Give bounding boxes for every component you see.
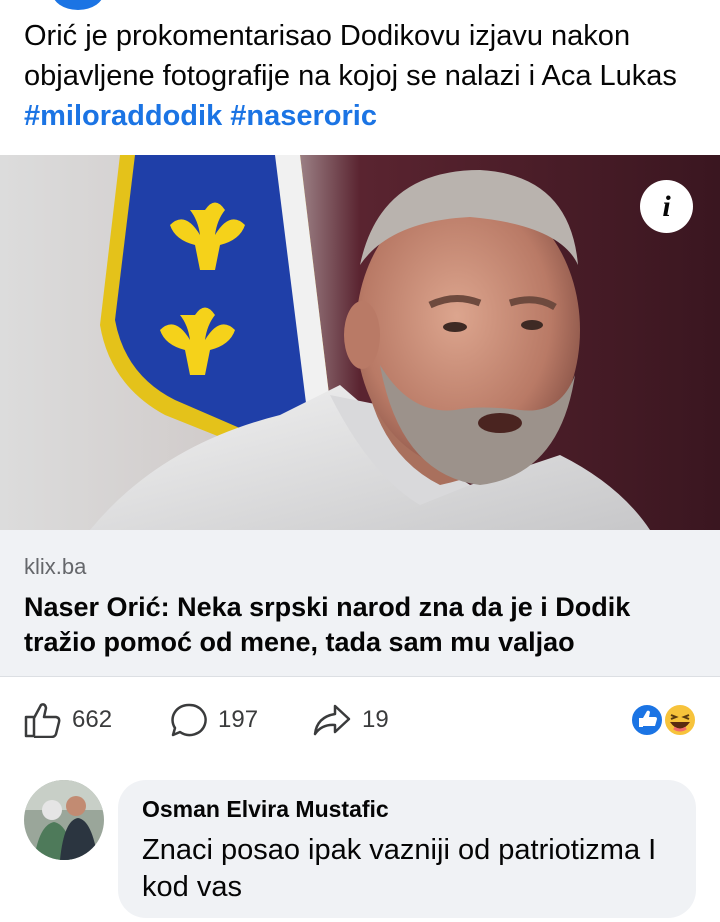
link-headline[interactable]: Naser Orić: Neka srpski narod zna da je … bbox=[24, 590, 684, 660]
profile-avatar-edge[interactable] bbox=[52, 0, 104, 10]
link-preview-card[interactable]: klix.ba Naser Orić: Neka srpski narod zn… bbox=[0, 530, 720, 677]
info-icon[interactable]: i bbox=[640, 180, 693, 233]
haha-reaction-icon bbox=[663, 703, 697, 737]
share-count: 19 bbox=[362, 706, 389, 733]
share-button[interactable]: 19 bbox=[312, 690, 389, 750]
caption-text: Orić je prokomentarisao Dodikovu izjavu … bbox=[24, 20, 677, 92]
thumbs-up-icon bbox=[24, 703, 61, 738]
like-button[interactable]: 662 bbox=[24, 690, 112, 750]
hashtag-naseroric[interactable]: #naseroric bbox=[230, 100, 377, 132]
post-actions-bar: 662 197 19 bbox=[0, 690, 720, 750]
comment-bubble: Osman Elvira Mustafic Znaci posao ipak v… bbox=[118, 780, 696, 918]
commenter-avatar[interactable] bbox=[24, 780, 104, 860]
comment-text: Znaci posao ipak vazniji od patriotizma … bbox=[142, 834, 657, 903]
share-arrow-icon bbox=[313, 704, 351, 736]
link-preview-image[interactable] bbox=[0, 155, 720, 530]
reactions-summary[interactable] bbox=[630, 703, 700, 737]
hashtag-miloraddodik[interactable]: #miloraddodik bbox=[24, 100, 222, 132]
post-caption: Orić je prokomentarisao Dodikovu izjavu … bbox=[24, 16, 704, 136]
comment-bubble-icon bbox=[171, 703, 207, 737]
like-count: 662 bbox=[72, 706, 113, 733]
like-reaction-icon bbox=[630, 703, 664, 737]
comment-author[interactable]: Osman Elvira Mustafic bbox=[142, 796, 389, 823]
comment-count: 197 bbox=[218, 706, 259, 733]
link-domain: klix.ba bbox=[24, 554, 87, 579]
comment-button[interactable]: 197 bbox=[170, 690, 258, 750]
